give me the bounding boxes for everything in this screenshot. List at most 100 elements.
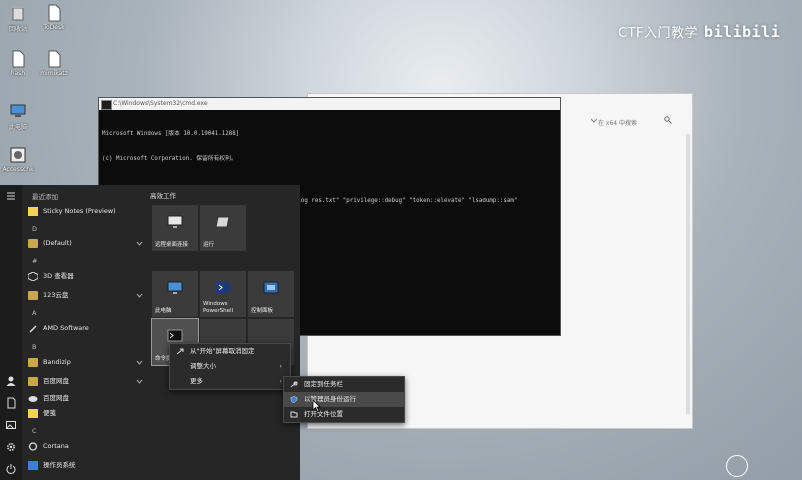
- app-item-3d-viewer[interactable]: 3D 查看器: [28, 269, 74, 283]
- more-submenu[interactable]: 固定到任务栏 以管理员身份运行 打开文件位置: [283, 376, 405, 423]
- start-rail: [0, 185, 22, 480]
- desktop-icon-this-pc[interactable]: 此电脑: [0, 102, 36, 131]
- tile-label: 控制面板: [251, 307, 274, 314]
- app-item-operator[interactable]: 操作员系统: [28, 458, 76, 472]
- chevron-down-icon[interactable]: [591, 118, 597, 124]
- bilibili-logo: bilibili: [704, 23, 781, 41]
- hamburger-icon[interactable]: [5, 190, 17, 202]
- app-group-letter[interactable]: A: [28, 306, 36, 320]
- cmd-title: C:\Windows\System32\cmd.exe: [113, 100, 208, 107]
- file-icon: [9, 50, 27, 68]
- cmd-line: Microsoft Windows [版本 10.0.19041.1288]: [102, 130, 240, 137]
- run-icon: [214, 214, 232, 230]
- menu-item-resize[interactable]: 调整大小 ›: [170, 359, 290, 374]
- cloud-icon: [28, 394, 38, 403]
- app-item-sticky-notes-cn[interactable]: 便笺: [28, 406, 56, 420]
- chevron-right-icon: ›: [279, 377, 282, 385]
- desktop-icon-label: 此电脑: [8, 124, 27, 131]
- app-item-default-folder[interactable]: (Default): [28, 236, 72, 250]
- app-list[interactable]: 最近添加 Sticky Notes (Preview) D (Default) …: [22, 185, 147, 480]
- desktop-icon-accesschk[interactable]: Accesschk: [0, 146, 36, 173]
- tile-control-panel[interactable]: 控制面板: [248, 271, 294, 317]
- cmd-icon: [101, 100, 112, 110]
- app-list-header: 最近添加: [32, 193, 58, 201]
- app-group-letter[interactable]: C: [28, 424, 37, 438]
- desktop-icon-mimikatz[interactable]: mimikatz: [36, 50, 72, 77]
- app-group-letter[interactable]: B: [28, 340, 36, 354]
- app-item-baidu-folder[interactable]: 百度网盘: [28, 374, 69, 388]
- gear-icon[interactable]: [5, 441, 17, 453]
- chevron-down-icon[interactable]: [136, 378, 143, 385]
- tile-label: 此电脑: [155, 307, 172, 314]
- app-item-label: 百度网盘: [43, 377, 69, 385]
- menu-item-open-location[interactable]: 打开文件位置: [284, 407, 404, 422]
- app-group-letter[interactable]: #: [28, 254, 37, 268]
- menu-item-more[interactable]: 更多 ›: [170, 374, 290, 389]
- app-item-cortana[interactable]: Cortana: [28, 439, 69, 453]
- search-icon[interactable]: [664, 116, 672, 124]
- desktop-icon-todesk[interactable]: ToDesk: [36, 4, 72, 31]
- app-item-label: (Default): [43, 239, 72, 247]
- tile-context-menu[interactable]: 从"开始"屏幕取消固定 调整大小 › 更多 ›: [169, 343, 291, 390]
- tile-label: 远程桌面连接: [155, 241, 189, 248]
- unpin-icon: [176, 348, 184, 355]
- desktop-icon-label: mimikatz: [40, 70, 68, 77]
- app-item-bandizip-folder[interactable]: Bandizip: [28, 355, 71, 369]
- document-icon[interactable]: [5, 397, 17, 409]
- tile-label: Windows PowerShell: [203, 301, 234, 314]
- app-item-123pan-folder[interactable]: 123云盘: [28, 288, 68, 302]
- desktop-icon-recycle-bin[interactable]: 回收站: [0, 4, 36, 33]
- app-item-label: 3D 查看器: [43, 272, 74, 280]
- app-item-sticky-notes[interactable]: Sticky Notes (Preview): [28, 204, 116, 218]
- menu-item-label: 更多: [190, 377, 203, 385]
- menu-item-unpin[interactable]: 从"开始"屏幕取消固定: [170, 344, 290, 359]
- menu-item-run-as-admin[interactable]: 以管理员身份运行: [284, 392, 404, 407]
- pin-icon: [290, 381, 298, 388]
- app-item-label: 便笺: [43, 409, 56, 417]
- start-menu[interactable]: 最近添加 Sticky Notes (Preview) D (Default) …: [0, 185, 300, 480]
- app-item-baidu-netdisk[interactable]: 百度网盘: [28, 391, 69, 405]
- app-group-letter[interactable]: D: [28, 222, 37, 236]
- tiles-header: 高效工作: [150, 192, 176, 200]
- player-circle-button[interactable]: [726, 455, 748, 477]
- tile-powershell[interactable]: Windows PowerShell: [200, 271, 246, 317]
- video-watermark: CTF入门教学 bilibili: [618, 22, 780, 41]
- app-icon: [9, 146, 27, 164]
- cmd-line: (c) Microsoft Corporation. 保留所有权利。: [102, 156, 237, 163]
- menu-item-label: 调整大小: [190, 362, 216, 370]
- cmd-icon: [166, 328, 184, 344]
- menu-item-label: 固定到任务栏: [304, 380, 343, 388]
- tiles-panel: 高效工作 远程桌面连接 运行 此电脑 Windows PowerShell 控制…: [150, 185, 300, 480]
- app-item-amd-software[interactable]: AMD Software: [28, 321, 89, 335]
- scrollbar[interactable]: [686, 134, 690, 414]
- search-input[interactable]: 在 x64 中搜索: [598, 118, 658, 127]
- app-item-label: Sticky Notes (Preview): [43, 207, 116, 215]
- menu-item-label: 从"开始"屏幕取消固定: [190, 347, 255, 355]
- cmd-titlebar[interactable]: C:\Windows\System32\cmd.exe: [99, 98, 560, 110]
- chevron-down-icon[interactable]: [136, 359, 143, 366]
- powershell-icon: [214, 280, 232, 296]
- app-item-label: 123云盘: [43, 291, 69, 299]
- menu-item-pin-taskbar[interactable]: 固定到任务栏: [284, 377, 404, 392]
- file-icon: [45, 4, 63, 22]
- app-icon: [28, 460, 38, 470]
- chevron-down-icon[interactable]: [136, 240, 143, 247]
- chevron-down-icon[interactable]: [136, 292, 143, 299]
- user-icon[interactable]: [5, 375, 17, 387]
- pictures-icon[interactable]: [5, 419, 17, 431]
- app-item-label: 百度网盘: [43, 394, 69, 402]
- folder-icon: [28, 238, 38, 248]
- menu-item-label: 打开文件位置: [304, 410, 343, 418]
- tile-this-pc[interactable]: 此电脑: [152, 271, 198, 317]
- desktop-icon-label: hash: [10, 70, 26, 77]
- folder-icon: [28, 357, 38, 367]
- control-panel-icon: [262, 280, 280, 296]
- tile-run[interactable]: 运行: [200, 205, 246, 251]
- folder-icon: [28, 376, 38, 386]
- desktop-icon-hash[interactable]: hash: [0, 50, 36, 77]
- file-icon: [45, 50, 63, 68]
- recycle-bin-icon: [9, 4, 27, 22]
- tile-remote-desktop[interactable]: 远程桌面连接: [152, 205, 198, 251]
- power-icon[interactable]: [5, 463, 17, 475]
- computer-icon: [166, 280, 184, 296]
